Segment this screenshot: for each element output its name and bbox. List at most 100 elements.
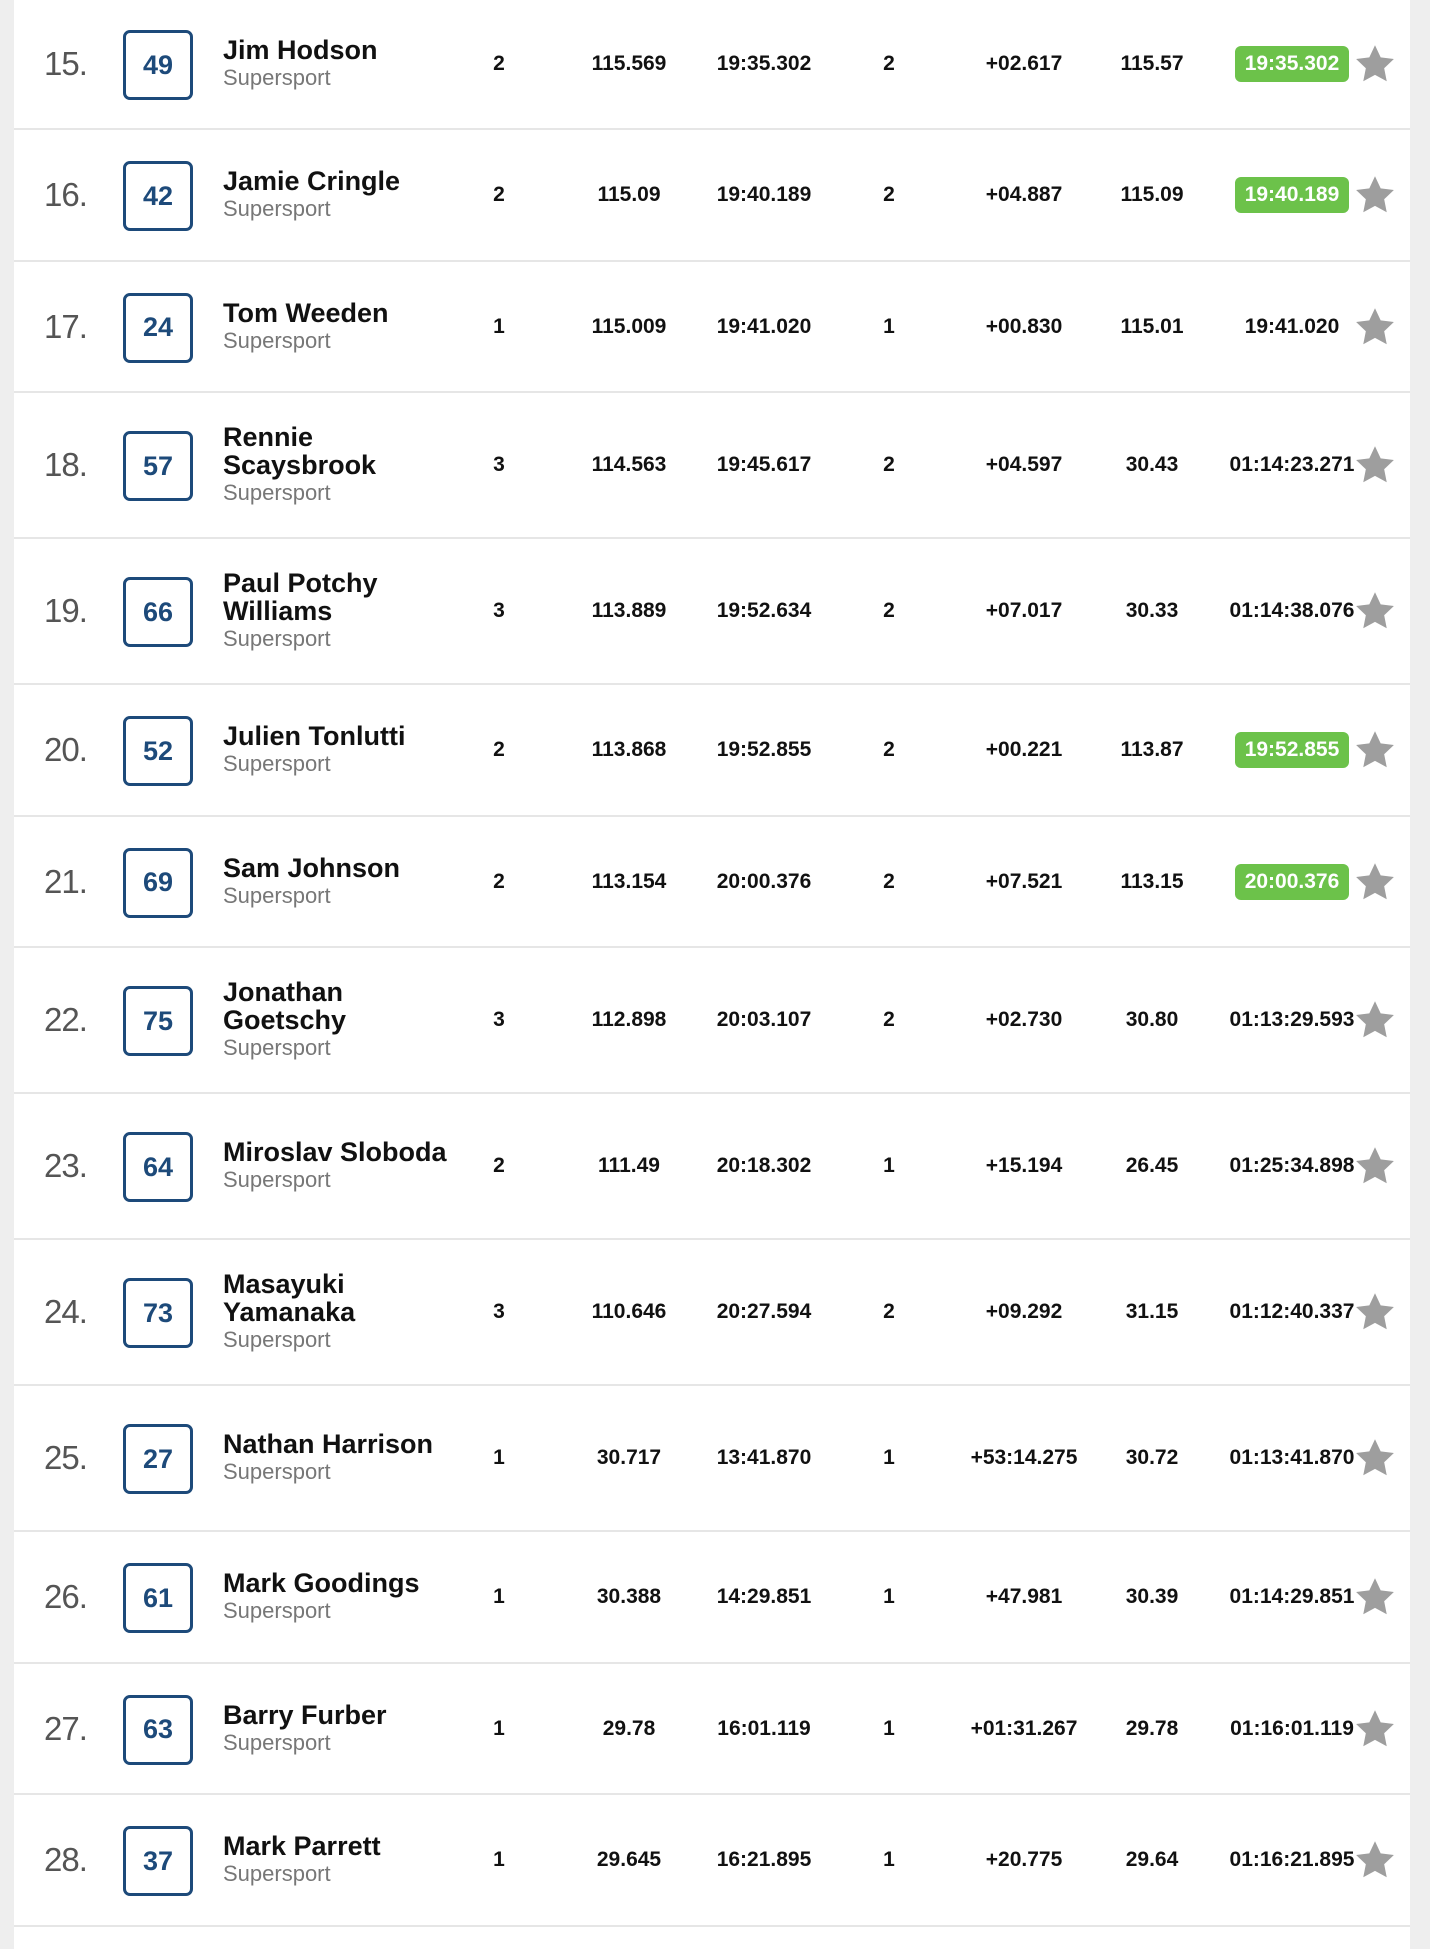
rider-info: Sam Johnson Supersport — [223, 817, 453, 946]
rider-name[interactable]: Mark Parrett — [223, 1832, 381, 1860]
total-time: 19:35.302 — [716, 52, 812, 75]
result-row[interactable]: 18. 57 Rennie Scaysbrook Supersport 3 114.563… — [14, 393, 1410, 539]
best-time: 01:14:38.076 — [1229, 599, 1355, 622]
rider-name[interactable]: Rennie Scaysbrook — [223, 423, 453, 479]
total-time: 19:52.855 — [716, 738, 812, 761]
gap: +01:31.267 — [970, 1716, 1078, 1740]
result-row[interactable]: 27. 63 Barry Furber Supersport 1 29.78 16:01.1… — [14, 1664, 1410, 1795]
result-row[interactable]: 26. 61 Mark Goodings Supersport 1 30.388 14:29… — [14, 1532, 1410, 1664]
total-time: 19:41.020 — [716, 314, 812, 338]
star-icon[interactable] — [1351, 1094, 1399, 1238]
rider-info: Barry Furber Supersport — [223, 1664, 453, 1793]
star-icon[interactable] — [1351, 1532, 1399, 1662]
gap: +15.194 — [985, 1154, 1063, 1177]
star-icon[interactable] — [1351, 817, 1399, 946]
best-time: 19:40.189 — [1234, 177, 1350, 213]
laps: 2 — [493, 183, 505, 206]
star-icon[interactable] — [1351, 685, 1399, 815]
position: 23. — [44, 1147, 88, 1184]
best-lap: 2 — [883, 869, 895, 893]
best-time: 01:12:40.337 — [1229, 1300, 1355, 1323]
best-speed: 30.33 — [1125, 599, 1179, 622]
laps: 1 — [493, 1585, 505, 1608]
best-speed: 29.78 — [1125, 1716, 1179, 1740]
star-icon[interactable] — [1351, 1664, 1399, 1793]
speed: 29.78 — [602, 1716, 656, 1740]
result-row[interactable]: 25. 27 Nathan Harrison Supersport 1 30.717 13:… — [14, 1386, 1410, 1532]
rider-info: Jamie Cringle Supersport — [223, 130, 453, 260]
best-lap: 2 — [883, 453, 895, 476]
total-time: 20:00.376 — [716, 869, 812, 893]
rider-name[interactable]: Jonathan Goetschy — [223, 978, 453, 1034]
result-row[interactable]: 28. 37 Mark Parrett Supersport 1 29.645 16:21.… — [14, 1795, 1410, 1927]
race-number-badge: 57 — [123, 431, 193, 501]
result-row[interactable]: 15. 49 Jim Hodson Supersport 2 115.569 19:35.3… — [14, 0, 1410, 130]
result-row[interactable]: 24. 73 Masayuki Yamanaka Supersport 3 110.646… — [14, 1240, 1410, 1386]
best-time: 01:16:01.119 — [1230, 1716, 1354, 1740]
star-icon[interactable] — [1351, 948, 1399, 1092]
star-icon[interactable] — [1351, 130, 1399, 260]
speed: 112.898 — [591, 1008, 667, 1031]
total-time: 20:18.302 — [716, 1154, 812, 1177]
star-icon[interactable] — [1351, 1795, 1399, 1925]
laps: 1 — [493, 1848, 505, 1871]
result-row[interactable]: 22. 75 Jonathan Goetschy Supersport 3 112.898… — [14, 948, 1410, 1094]
rider-name[interactable]: Jim Hodson — [223, 36, 378, 64]
race-number-badge: 37 — [123, 1826, 193, 1896]
best-time: 01:25:34.898 — [1229, 1154, 1355, 1177]
rider-name[interactable]: Paul Potchy Williams — [223, 569, 453, 625]
best-time: 01:13:29.593 — [1229, 1008, 1355, 1031]
speed: 30.388 — [596, 1585, 662, 1608]
rider-class: Supersport — [223, 1459, 331, 1484]
rider-name[interactable]: Jamie Cringle — [223, 167, 400, 195]
race-number-badge: 66 — [123, 577, 193, 647]
rider-class: Supersport — [223, 882, 331, 908]
star-icon[interactable] — [1351, 1386, 1399, 1530]
position: 15. — [44, 45, 88, 82]
rider-class: Supersport — [223, 1167, 331, 1192]
laps: 1 — [493, 314, 505, 338]
rider-class: Supersport — [223, 327, 331, 353]
position: 26. — [44, 1578, 88, 1615]
best-lap: 2 — [883, 738, 895, 761]
star-icon[interactable] — [1351, 1240, 1399, 1384]
star-icon[interactable] — [1351, 0, 1399, 128]
best-lap: 1 — [883, 1716, 895, 1740]
result-row[interactable]: 17. 24 Tom Weeden Supersport 1 115.009 19:41.0… — [14, 262, 1410, 393]
rider-name[interactable]: Miroslav Sloboda — [223, 1138, 447, 1166]
position: 18. — [44, 446, 88, 483]
laps: 3 — [493, 1300, 505, 1323]
position: 19. — [44, 592, 88, 629]
gap: +04.597 — [985, 453, 1063, 476]
speed: 115.009 — [591, 314, 667, 338]
result-row[interactable]: 16. 42 Jamie Cringle Supersport 2 115.09 19:40… — [14, 130, 1410, 262]
rider-name[interactable]: Barry Furber — [223, 1701, 387, 1729]
result-row[interactable]: 21. 69 Sam Johnson Supersport 2 113.154 20:00.… — [14, 817, 1410, 948]
rider-class: Supersport — [223, 1035, 331, 1060]
laps: 2 — [493, 1154, 505, 1177]
race-number-badge: 24 — [123, 292, 193, 363]
result-row[interactable]: 20. 52 Julien Tonlutti Supersport 2 113.868 19… — [14, 685, 1410, 817]
rider-name[interactable]: Sam Johnson — [223, 854, 400, 882]
position: 24. — [44, 1293, 88, 1330]
rider-name[interactable]: Masayuki Yamanaka — [223, 1270, 453, 1326]
star-icon[interactable] — [1351, 539, 1399, 683]
rider-name[interactable]: Mark Goodings — [223, 1569, 420, 1597]
rider-name[interactable]: Tom Weeden — [223, 299, 389, 327]
best-lap: 2 — [883, 52, 895, 75]
star-icon[interactable] — [1351, 262, 1399, 391]
rider-info: Jonathan Goetschy Supersport — [223, 948, 453, 1092]
rider-info: Nathan Harrison Supersport — [223, 1386, 453, 1530]
best-speed: 115.57 — [1120, 52, 1184, 75]
rider-info: Mark Parrett Supersport — [223, 1795, 453, 1925]
laps: 3 — [493, 1008, 505, 1031]
star-icon[interactable] — [1351, 393, 1399, 537]
result-row[interactable]: 19. 66 Paul Potchy Williams Supersport 3 113.… — [14, 539, 1410, 685]
rider-name[interactable]: Julien Tonlutti — [223, 722, 405, 750]
speed: 113.889 — [591, 599, 667, 622]
gap: +07.521 — [985, 869, 1063, 893]
rider-name[interactable]: Nathan Harrison — [223, 1430, 433, 1458]
result-row[interactable]: 23. 64 Miroslav Sloboda Supersport 2 111.49 20… — [14, 1094, 1410, 1240]
best-time: 01:14:29.851 — [1229, 1585, 1355, 1608]
laps: 1 — [493, 1446, 505, 1469]
